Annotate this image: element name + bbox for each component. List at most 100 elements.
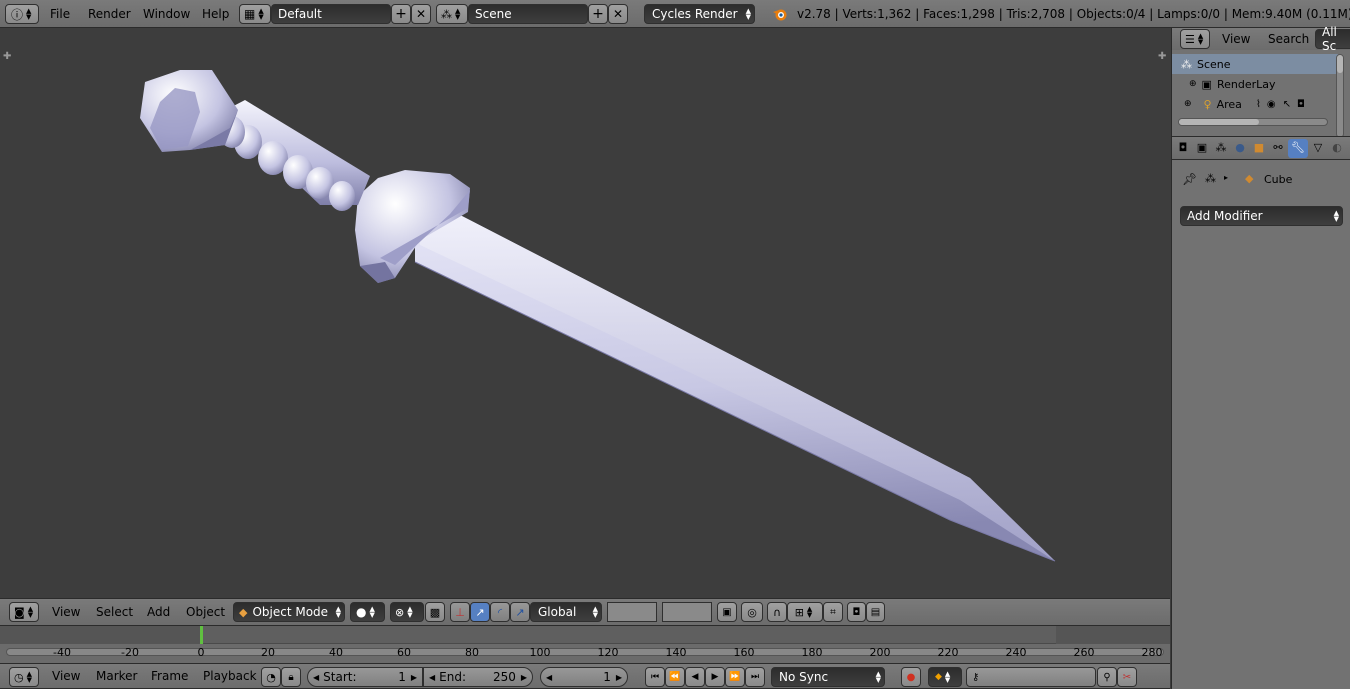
add-modifier-dropdown[interactable]: Add Modifier ▲ ▼ xyxy=(1180,206,1343,226)
menu-marker[interactable]: Marker xyxy=(96,664,137,688)
scrollbar-thumb[interactable] xyxy=(1179,119,1259,125)
menu-view[interactable]: View xyxy=(1222,28,1250,50)
end-frame-field[interactable]: ◀ End: 250 ▶ xyxy=(423,667,533,687)
play-reverse-button[interactable]: ◀ xyxy=(685,667,705,687)
insert-keyframe-button[interactable]: ⚲ xyxy=(1097,667,1117,687)
scene-layers-2[interactable] xyxy=(662,602,712,622)
timeline-scrubber[interactable] xyxy=(0,626,1170,644)
menu-select[interactable]: Select xyxy=(96,599,133,625)
updown-arrows-icon: ▲ ▼ xyxy=(1333,209,1339,223)
transform-orientation-dropdown[interactable]: Global ▲ ▼ xyxy=(530,602,602,622)
menu-help[interactable]: Help xyxy=(202,0,229,27)
renderability-camera-icon[interactable]: ◘ xyxy=(1297,99,1305,110)
active-keying-set-field[interactable]: ⚷ xyxy=(966,667,1096,687)
tab-scene[interactable]: ⁂ xyxy=(1212,139,1230,157)
menu-object[interactable]: Object xyxy=(186,599,225,625)
jump-to-start-button[interactable]: ⏮ xyxy=(645,667,665,687)
playhead[interactable] xyxy=(200,626,203,644)
pivot-point-dropdown[interactable]: ⊗ ▲ ▼ xyxy=(390,602,424,622)
opengl-render-image-button[interactable]: ◘ xyxy=(847,602,866,622)
tab-render[interactable]: ◘ xyxy=(1174,139,1192,157)
menu-file[interactable]: File xyxy=(50,0,70,27)
menu-frame[interactable]: Frame xyxy=(151,664,188,688)
interaction-mode-dropdown[interactable]: ◆ Object Mode ▲ ▼ xyxy=(233,602,345,622)
jump-to-end-button[interactable]: ⏭ xyxy=(745,667,765,687)
transform-manipulator-toggle[interactable]: ⊥ xyxy=(450,602,470,622)
screen-layout-selector[interactable]: ▦ ▲ ▼ xyxy=(239,4,271,24)
expand-plus-icon[interactable]: ⊕ xyxy=(1184,99,1192,109)
menu-render[interactable]: Render xyxy=(88,0,131,27)
snap-toggle[interactable]: ∩ xyxy=(767,602,787,622)
updown-arrows-icon: ▲ ▼ xyxy=(806,605,813,619)
outliner-horizontal-scrollbar[interactable] xyxy=(1178,118,1328,126)
selectability-cursor-icon[interactable]: ↖ xyxy=(1283,99,1291,110)
display-mode-dropdown[interactable]: All Sc xyxy=(1315,25,1350,53)
use-preview-range-button[interactable]: ◔ xyxy=(261,667,281,687)
remove-scene-button[interactable]: ✕ xyxy=(608,4,628,24)
auto-keying-button[interactable]: ● xyxy=(901,667,921,687)
tab-render-layers[interactable]: ▣ xyxy=(1193,139,1211,157)
scene-layers[interactable] xyxy=(607,602,657,622)
remove-screen-button[interactable]: ✕ xyxy=(411,4,431,24)
menu-add[interactable]: Add xyxy=(147,599,170,625)
jump-to-next-keyframe-button[interactable]: ⏩ xyxy=(725,667,745,687)
tab-data[interactable]: ▽ xyxy=(1309,139,1327,157)
snap-element-dropdown[interactable]: ⊞ ▲ ▼ xyxy=(787,602,823,622)
expand-plus-icon[interactable]: ⊕ xyxy=(1189,79,1197,89)
viewport-shading-dropdown[interactable]: ● ▲ ▼ xyxy=(350,602,385,622)
manipulate-center-points-button[interactable]: ▩ xyxy=(425,602,445,622)
menu-view[interactable]: View xyxy=(52,664,80,688)
tab-world[interactable]: ● xyxy=(1231,139,1249,157)
menu-window[interactable]: Window xyxy=(143,0,190,27)
editor-type-button[interactable]: ☰ ▲ ▼ xyxy=(1180,29,1210,49)
outliner-row-scene[interactable]: ⁂ Scene xyxy=(1172,54,1338,74)
add-scene-button[interactable]: + xyxy=(588,4,608,24)
pin-icon[interactable]: 📌︎ xyxy=(1182,172,1197,186)
start-frame-field[interactable]: ◀ Start: 1 ▶ xyxy=(307,667,423,687)
menu-playback[interactable]: Playback xyxy=(203,664,257,688)
timeline-area[interactable]: -40 -20 0 20 40 60 80 100 120 140 160 18… xyxy=(0,626,1170,663)
menu-view[interactable]: View xyxy=(52,599,80,625)
3d-viewport[interactable]: ✚ ✚ xyxy=(0,28,1170,598)
editor-type-button[interactable]: ◙ ▲ ▼ xyxy=(9,602,39,622)
editor-type-button[interactable]: ◷ ▲ ▼ xyxy=(9,667,39,687)
translate-manipulator-button[interactable]: ↗ xyxy=(470,602,490,622)
delete-keyframe-button[interactable]: ✂ xyxy=(1117,667,1137,687)
scene-selector[interactable]: ⁂ ▲ ▼ xyxy=(436,4,468,24)
outliner-row-area-lamp[interactable]: ⊕ ♀ Area ⌇ ◉ ↖ ◘ xyxy=(1172,94,1338,114)
tab-modifiers[interactable]: 🔧︎ xyxy=(1288,139,1308,158)
object-cube-icon: ◆ xyxy=(1245,172,1254,185)
scene-name-field[interactable]: Scene xyxy=(468,4,588,24)
screen-layout-name-field[interactable]: Default xyxy=(271,4,391,24)
lock-frame-selection-button[interactable]: 🔒︎ xyxy=(281,667,301,687)
timeline-scrollbar-track[interactable] xyxy=(6,648,1164,656)
render-engine-dropdown[interactable]: Cycles Render ▲ ▼ xyxy=(644,4,755,24)
outliner-vertical-scrollbar[interactable] xyxy=(1336,54,1344,138)
tab-constraints[interactable]: ⚯ xyxy=(1269,139,1287,157)
visibility-eye-icon[interactable]: ◉ xyxy=(1267,99,1276,110)
jump-to-previous-keyframe-button[interactable]: ⏪ xyxy=(665,667,685,687)
snap-target-button[interactable]: ⌗ xyxy=(823,602,843,622)
opengl-render-animation-button[interactable]: ▤ xyxy=(866,602,885,622)
lock-camera-layers-button[interactable]: ▣ xyxy=(717,602,737,622)
rotate-manipulator-button[interactable]: ◜ xyxy=(490,602,510,622)
sync-mode-dropdown[interactable]: No Sync ▲ ▼ xyxy=(771,667,885,687)
editor-type-button[interactable]: ⓘ ▲ ▼ xyxy=(5,4,39,24)
render-engine-label: Cycles Render xyxy=(652,7,738,21)
tab-object[interactable]: ■ xyxy=(1250,139,1268,157)
outliner-row-renderlayers[interactable]: ⊕ ▣ RenderLay xyxy=(1172,74,1338,94)
tab-material[interactable]: ◐ xyxy=(1328,139,1346,157)
plus-icon: + xyxy=(395,6,407,22)
current-frame-field[interactable]: ◀ 1 ▶ xyxy=(540,667,628,687)
scale-manipulator-button[interactable]: ↗ xyxy=(510,602,530,622)
sword-mesh[interactable] xyxy=(0,28,1170,598)
keying-set-dropdown[interactable]: ◆ ▲ ▼ xyxy=(928,667,962,687)
proportional-editing-button[interactable]: ◎ xyxy=(741,602,763,622)
play-button[interactable]: ▶ xyxy=(705,667,725,687)
add-screen-button[interactable]: + xyxy=(391,4,411,24)
menu-search[interactable]: Search xyxy=(1268,28,1309,50)
tick-label: 40 xyxy=(329,646,343,659)
clock-icon: ◷ xyxy=(14,670,24,684)
camera-icon: ◘ xyxy=(852,606,861,618)
scrollbar-thumb[interactable] xyxy=(1337,55,1343,73)
